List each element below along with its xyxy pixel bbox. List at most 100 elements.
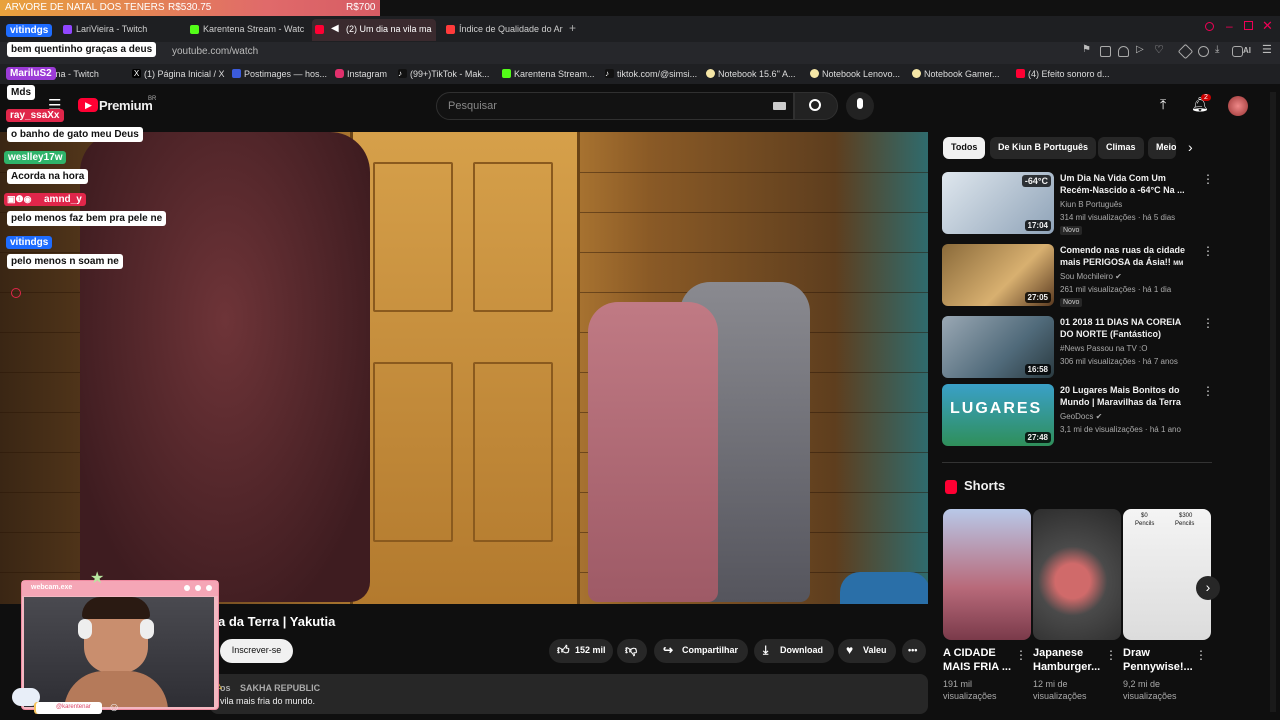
short-title[interactable]: Japanese Hamburger...: [1033, 646, 1109, 674]
related-channel[interactable]: #News Passou na TV :O: [1060, 344, 1147, 353]
shorts-next-button[interactable]: ›: [1196, 576, 1220, 600]
more-vert-icon[interactable]: ⋮: [1202, 316, 1214, 330]
ai-icon[interactable]: AI: [1243, 46, 1251, 55]
chip-environment[interactable]: Meio: [1148, 137, 1176, 159]
share-label: Compartilhar: [682, 645, 739, 655]
related-meta: 314 mil visualizações · há 5 dias: [1060, 213, 1176, 222]
short-thumbnail[interactable]: [943, 509, 1031, 640]
video-thumbnail[interactable]: -64°C 17:04: [942, 172, 1054, 234]
bookmark-tiktok-simsi[interactable]: ♪ tiktok.com/@simsi...: [605, 69, 697, 79]
related-title[interactable]: Comendo nas ruas da cidade mais PERIGOSA…: [1060, 244, 1186, 270]
related-channel[interactable]: GeoDocs ✔: [1060, 412, 1102, 421]
new-tab-icon[interactable]: +: [569, 21, 576, 35]
maximize-icon[interactable]: [1244, 21, 1253, 30]
chip-channel[interactable]: De Kiun B Português: [990, 137, 1097, 159]
youtube-logo-icon[interactable]: ▶: [78, 98, 98, 112]
shield-icon[interactable]: [1118, 46, 1129, 57]
lock-icon[interactable]: [1232, 46, 1243, 57]
chip-all[interactable]: Todos: [943, 137, 986, 159]
search-icon: [809, 99, 821, 111]
video-thumbnail[interactable]: LUGARES 27:48: [942, 384, 1054, 446]
shorts-logo-icon: [945, 480, 957, 494]
bookmark-tiktok[interactable]: ♪ (99+)TikTok - Mak...: [398, 69, 489, 79]
screenshot-icon[interactable]: [1100, 46, 1111, 57]
related-channel[interactable]: Kiun B Português: [1060, 200, 1122, 209]
youtube-premium-wordmark[interactable]: Premium: [99, 98, 153, 113]
description-location-tag[interactable]: SAKHA REPUBLIC: [240, 683, 320, 693]
dislike-button[interactable]: 👎︎: [617, 639, 647, 663]
search-tabs-icon[interactable]: [1205, 22, 1214, 31]
upload-icon[interactable]: ⤒: [1160, 96, 1166, 113]
subscribe-button[interactable]: Inscrever-se: [220, 639, 293, 663]
channel-name: GeoDocs: [1060, 412, 1094, 421]
related-channel[interactable]: Sou Mochileiro ✔: [1060, 272, 1122, 281]
bookmark-efeito-sonoro[interactable]: (4) Efeito sonoro d...: [1016, 69, 1110, 79]
related-title[interactable]: 20 Lugares Mais Bonitos do Mundo | Marav…: [1060, 384, 1186, 408]
settings-icon[interactable]: [11, 288, 21, 298]
more-vert-icon[interactable]: ⋮: [1202, 172, 1214, 186]
heart-icon[interactable]: ♡: [1154, 43, 1164, 56]
profile-icon[interactable]: [1198, 46, 1209, 57]
keyboard-icon[interactable]: [773, 102, 786, 110]
more-vert-icon[interactable]: ⋮: [1202, 384, 1214, 398]
more-vert-icon[interactable]: ⋮: [1195, 648, 1207, 662]
minimize-icon[interactable]: –: [1226, 19, 1233, 33]
more-actions-button[interactable]: •••: [902, 639, 926, 663]
related-title[interactable]: 01 2018 11 DIAS NA COREIA DO NORTE (Fant…: [1060, 316, 1186, 340]
tab-youtube-active[interactable]: ◀ (2) Um dia na vila ma: [312, 19, 436, 41]
search-box[interactable]: Pesquisar: [436, 92, 794, 120]
related-video[interactable]: 27:05 Comendo nas ruas da cidade mais PE…: [942, 244, 1214, 308]
avatar[interactable]: [1228, 96, 1248, 116]
search-input[interactable]: Pesquisar: [448, 100, 497, 112]
chat-message: Acorda na hora: [7, 169, 89, 184]
more-vert-icon[interactable]: ⋮: [1105, 648, 1117, 662]
description-box[interactable]: [210, 674, 928, 714]
more-vert-icon[interactable]: ⋮: [1015, 648, 1027, 662]
menu-icon[interactable]: ☰: [1262, 43, 1272, 56]
bookmark-notebook-lenovo[interactable]: Notebook Lenovo...: [810, 69, 900, 79]
youtube-icon: [315, 25, 324, 34]
short-title[interactable]: Draw Pennywise!...: [1123, 646, 1199, 674]
shorts-heading: Shorts: [964, 478, 1006, 493]
youtube-icon: [1016, 69, 1025, 78]
related-title[interactable]: Um Dia Na Vida Com Um Recém-Nascido a -6…: [1060, 172, 1186, 196]
video-thumbnail[interactable]: 16:58: [942, 316, 1054, 378]
bookmark-notebook-gamer[interactable]: Notebook Gamer...: [912, 69, 1000, 79]
play-icon[interactable]: ▷: [1136, 44, 1144, 55]
related-video[interactable]: -64°C 17:04 Um Dia Na Vida Com Um Recém-…: [942, 172, 1214, 236]
tab-karentena[interactable]: Karentena Stream - Watc: [187, 19, 305, 41]
related-video[interactable]: LUGARES 27:48 20 Lugares Mais Bonitos do…: [942, 384, 1214, 448]
share-button[interactable]: ↪ Compartilhar: [654, 639, 748, 663]
short-thumbnail[interactable]: $0 Pencils $300 Pencils: [1123, 509, 1211, 640]
like-button[interactable]: 👍︎ 152 mil: [549, 639, 613, 663]
more-vert-icon[interactable]: ⋮: [1202, 244, 1214, 258]
bookmark-icon[interactable]: ⚑: [1082, 44, 1093, 55]
short-title[interactable]: A CIDADE MAIS FRIA ...: [943, 646, 1019, 674]
search-button[interactable]: [794, 92, 838, 120]
thumbs-up-icon: 👍︎: [557, 643, 570, 657]
bookmark-postimages[interactable]: Postimages — hos...: [232, 69, 327, 79]
bookmark-karentena[interactable]: Karentena Stream...: [502, 69, 595, 79]
chip-climates[interactable]: Climas: [1098, 137, 1144, 159]
bookmark-notebook-a[interactable]: Notebook 15.6'' A...: [706, 69, 796, 79]
tab-air-quality[interactable]: Índice de Qualidade do Ar: [443, 19, 563, 41]
browser-tab-bar: LariVieira - Twitch Karentena Stream - W…: [0, 16, 1280, 42]
bookmark-x[interactable]: X (1) Página Inicial / X: [132, 69, 225, 79]
short-views: 191 mil visualizações: [943, 679, 997, 701]
download-button[interactable]: ⤓ Download: [754, 639, 834, 663]
voice-search-button[interactable]: [846, 92, 874, 120]
chat-username: ray_ssaXx: [6, 109, 64, 122]
download-icon[interactable]: ⤓: [1215, 44, 1219, 55]
url-field[interactable]: youtube.com/watch: [172, 46, 258, 57]
smiley-icon: ☺: [108, 700, 121, 714]
scrollbar[interactable]: [1270, 92, 1276, 712]
close-window-icon[interactable]: ✕: [1262, 18, 1273, 34]
tab-twitch-larivieira[interactable]: LariVieira - Twitch: [60, 19, 180, 41]
chevron-right-icon[interactable]: ›: [1188, 139, 1193, 155]
bookmark-instagram[interactable]: Instagram: [335, 69, 387, 79]
video-player[interactable]: [0, 132, 928, 604]
video-thumbnail[interactable]: 27:05: [942, 244, 1054, 306]
short-thumbnail[interactable]: [1033, 509, 1121, 640]
thanks-button[interactable]: ♥ Valeu: [838, 639, 896, 663]
related-video[interactable]: 16:58 01 2018 11 DIAS NA COREIA DO NORTE…: [942, 316, 1214, 380]
